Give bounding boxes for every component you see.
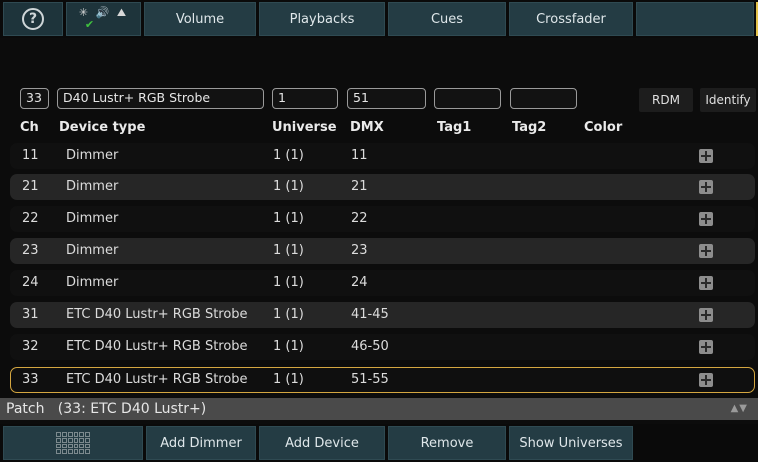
cell-device: ETC D40 Lustr+ RGB Strobe bbox=[66, 307, 248, 322]
table-row[interactable]: 32 ETC D40 Lustr+ RGB Strobe 1 (1) 46-50 bbox=[10, 334, 755, 360]
cell-dmx: 41-45 bbox=[351, 307, 389, 322]
header-tag2[interactable]: Tag2 bbox=[512, 120, 546, 135]
cell-ch: 24 bbox=[22, 275, 39, 290]
tag2-field[interactable] bbox=[510, 88, 577, 109]
table-row[interactable]: 24 Dimmer 1 (1) 24 bbox=[10, 270, 755, 296]
tab-volume[interactable]: Volume bbox=[144, 2, 256, 36]
cell-device: Dimmer bbox=[66, 179, 119, 194]
cell-device: Dimmer bbox=[66, 148, 119, 163]
grid-icon bbox=[56, 432, 90, 454]
top-bar: ? ✳ 🔊 ⛰ ✔ Volume Playbacks Cues Crossfad… bbox=[0, 0, 758, 38]
rdm-button[interactable]: RDM bbox=[639, 88, 693, 112]
tab-crossfader[interactable]: Crossfader bbox=[509, 2, 633, 36]
plus-icon[interactable] bbox=[699, 373, 713, 387]
tab-empty[interactable] bbox=[636, 2, 754, 36]
cell-device: ETC D40 Lustr+ RGB Strobe bbox=[66, 372, 248, 387]
table-row[interactable]: 11 Dimmer 1 (1) 11 bbox=[10, 143, 755, 169]
plus-icon[interactable] bbox=[699, 180, 713, 194]
header-ch[interactable]: Ch bbox=[20, 120, 39, 135]
plus-icon[interactable] bbox=[699, 244, 713, 258]
cell-universe: 1 (1) bbox=[273, 372, 304, 387]
dmx-field[interactable]: 51 bbox=[347, 88, 426, 109]
cell-ch: 21 bbox=[22, 179, 39, 194]
cell-dmx: 46-50 bbox=[351, 339, 389, 354]
toolbar-gap bbox=[0, 38, 758, 84]
plus-icon[interactable] bbox=[699, 276, 713, 290]
status-bar: Patch (33: ETC D40 Lustr+) ▲▼ bbox=[0, 398, 758, 420]
table-row-selected[interactable]: 33 ETC D40 Lustr+ RGB Strobe 1 (1) 51-55 bbox=[10, 367, 755, 393]
cell-dmx: 22 bbox=[351, 211, 368, 226]
identify-button[interactable]: Identify bbox=[700, 88, 756, 112]
cell-ch: 33 bbox=[22, 372, 39, 387]
cell-universe: 1 (1) bbox=[273, 339, 304, 354]
header-universe[interactable]: Universe bbox=[272, 120, 337, 135]
header-color[interactable]: Color bbox=[584, 120, 622, 135]
tab-cues[interactable]: Cues bbox=[388, 2, 506, 36]
universe-field[interactable]: 1 bbox=[272, 88, 338, 109]
header-device-type[interactable]: Device type bbox=[59, 120, 145, 135]
cell-universe: 1 (1) bbox=[273, 148, 304, 163]
table-row[interactable]: 23 Dimmer 1 (1) 23 bbox=[10, 238, 755, 264]
cell-device: Dimmer bbox=[66, 243, 119, 258]
scroll-arrows-icon[interactable]: ▲▼ bbox=[731, 398, 748, 420]
tab-playbacks[interactable]: Playbacks bbox=[259, 2, 385, 36]
cell-device: ETC D40 Lustr+ RGB Strobe bbox=[66, 339, 248, 354]
plus-icon[interactable] bbox=[699, 340, 713, 354]
status-indicator[interactable]: ✳ 🔊 ⛰ ✔ bbox=[66, 2, 141, 36]
channel-field[interactable]: 33 bbox=[20, 88, 49, 109]
add-dimmer-button[interactable]: Add Dimmer bbox=[146, 426, 256, 460]
add-device-button[interactable]: Add Device bbox=[259, 426, 385, 460]
plus-icon[interactable] bbox=[699, 212, 713, 226]
cell-dmx: 24 bbox=[351, 275, 368, 290]
cell-universe: 1 (1) bbox=[273, 211, 304, 226]
table-row[interactable]: 31 ETC D40 Lustr+ RGB Strobe 1 (1) 41-45 bbox=[10, 302, 755, 328]
cell-dmx: 21 bbox=[351, 179, 368, 194]
cell-dmx: 11 bbox=[351, 148, 368, 163]
remove-button[interactable]: Remove bbox=[388, 426, 506, 460]
cell-device: Dimmer bbox=[66, 211, 119, 226]
table-row[interactable]: 21 Dimmer 1 (1) 21 bbox=[10, 174, 755, 200]
cell-ch: 31 bbox=[22, 307, 39, 322]
question-circle-icon: ? bbox=[22, 8, 44, 30]
cell-device: Dimmer bbox=[66, 275, 119, 290]
cell-universe: 1 (1) bbox=[273, 275, 304, 290]
cell-dmx: 51-55 bbox=[351, 372, 389, 387]
tag1-field[interactable] bbox=[434, 88, 501, 109]
bottom-bar: Add Dimmer Add Device Remove Show Univer… bbox=[0, 424, 758, 462]
cell-ch: 23 bbox=[22, 243, 39, 258]
cell-universe: 1 (1) bbox=[273, 243, 304, 258]
grid-button[interactable] bbox=[3, 426, 143, 460]
cell-ch: 11 bbox=[22, 148, 39, 163]
cell-universe: 1 (1) bbox=[273, 179, 304, 194]
device-type-field[interactable]: D40 Lustr+ RGB Strobe bbox=[57, 88, 264, 109]
cell-ch: 22 bbox=[22, 211, 39, 226]
show-universes-button[interactable]: Show Universes bbox=[509, 426, 633, 460]
cell-universe: 1 (1) bbox=[273, 307, 304, 322]
header-tag1[interactable]: Tag1 bbox=[437, 120, 471, 135]
cell-ch: 32 bbox=[22, 339, 39, 354]
status-text: Patch (33: ETC D40 Lustr+) bbox=[6, 401, 207, 417]
check-icon: ✔ bbox=[84, 18, 95, 31]
plus-icon[interactable] bbox=[699, 308, 713, 322]
table-row[interactable]: 22 Dimmer 1 (1) 22 bbox=[10, 206, 755, 232]
header-dmx[interactable]: DMX bbox=[350, 120, 384, 135]
help-button[interactable]: ? bbox=[3, 2, 63, 36]
plus-icon[interactable] bbox=[699, 149, 713, 163]
cell-dmx: 23 bbox=[351, 243, 368, 258]
